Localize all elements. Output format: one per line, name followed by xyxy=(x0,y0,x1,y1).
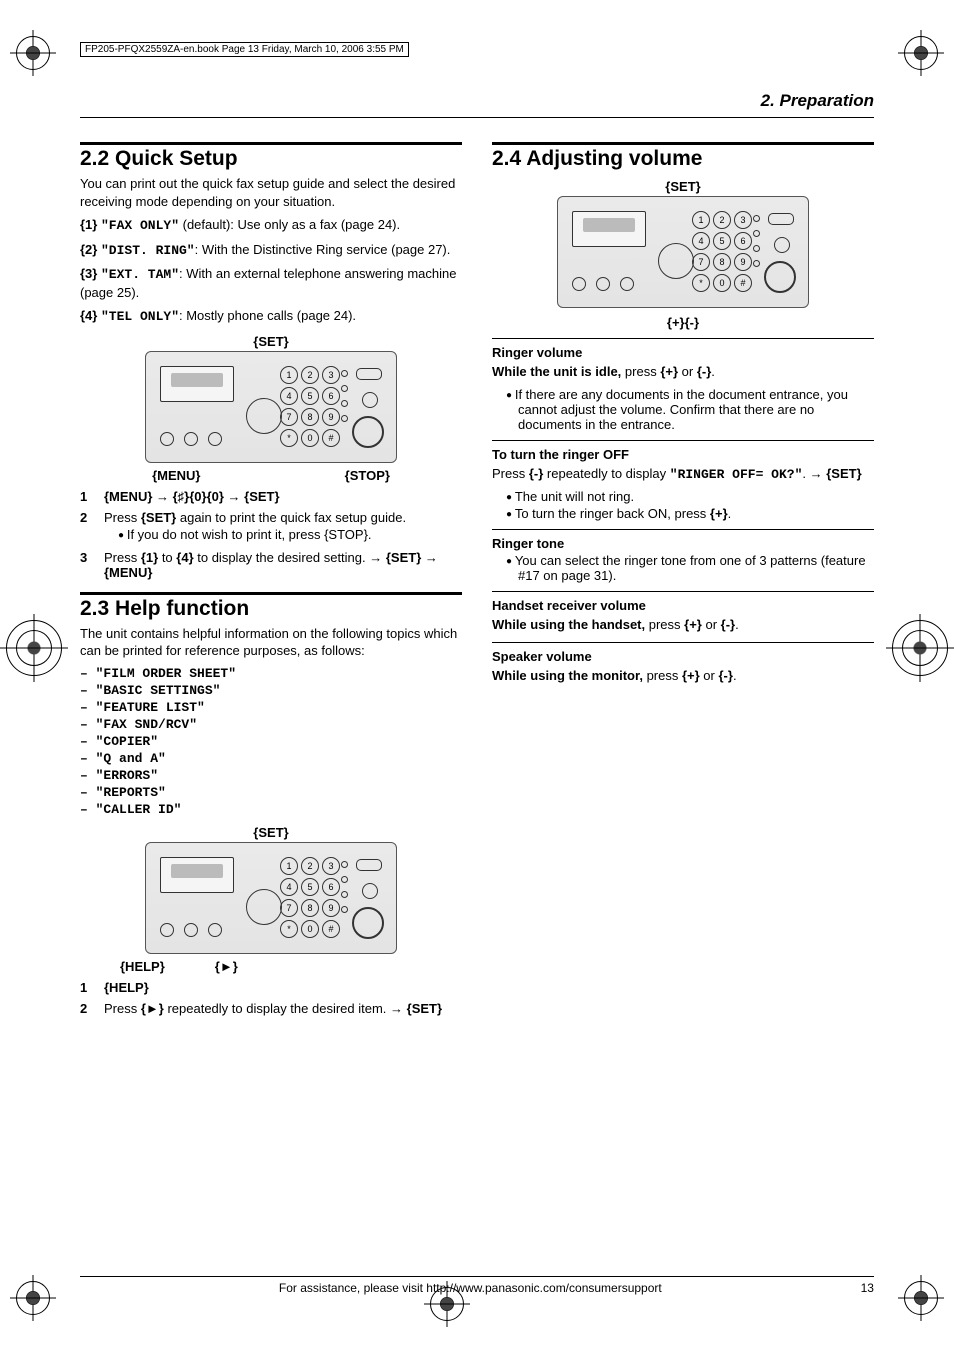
help-topics-list: "FILM ORDER SHEET" "BASIC SETTINGS" "FEA… xyxy=(80,666,462,817)
step-1: 1{HELP} xyxy=(80,980,462,995)
panel-label-set: {SET} xyxy=(80,825,462,840)
step-3: 3 Press {1} to {4} to display the desire… xyxy=(80,550,462,580)
option-1: {1} "FAX ONLY" (default): Use only as a … xyxy=(80,216,462,235)
divider xyxy=(492,529,874,530)
step-1: 1{MENU} → {♯}{0}{0} → {SET} xyxy=(80,489,462,504)
footer-assistance: For assistance, please visit http://www.… xyxy=(279,1281,662,1295)
source-file-note: FP205-PFQX2559ZA-en.book Page 13 Friday,… xyxy=(80,42,409,57)
fax-control-panel-icon: 123456789*0# xyxy=(145,351,397,463)
right-column: 2.4 Adjusting volume {SET} 123456789*0# … xyxy=(492,130,874,1022)
page-footer: For assistance, please visit http://www.… xyxy=(80,1276,874,1295)
ringer-off-b2: To turn the ringer back ON, press {+}. xyxy=(506,506,874,521)
panel-label-right: {►} xyxy=(215,959,238,974)
section-2-3-intro: The unit contains helpful information on… xyxy=(80,625,462,660)
ringer-off-text: Press {-} repeatedly to display "RINGER … xyxy=(492,465,874,484)
panel-label-plus-minus: {+}{-} xyxy=(492,315,874,330)
section-2-4-title: 2.4 Adjusting volume xyxy=(492,142,874,171)
left-column: 2.2 Quick Setup You can print out the qu… xyxy=(80,130,462,1022)
option-3: {3} "EXT. TAM": With an external telepho… xyxy=(80,265,462,301)
device-panel-figure: {SET} 123456789*0# {+}{-} xyxy=(492,179,874,330)
handset-volume-text: While using the handset, press {+} or {-… xyxy=(492,616,874,634)
speaker-volume-text: While using the monitor, press {+} or {-… xyxy=(492,667,874,685)
ringer-tone-text: You can select the ringer tone from one … xyxy=(506,553,874,583)
option-4: {4} "TEL ONLY": Mostly phone calls (page… xyxy=(80,307,462,326)
registration-mark-icon xyxy=(904,1281,938,1315)
device-panel-figure: {SET} 123456789*0# {HELP} {►} xyxy=(80,825,462,974)
fax-control-panel-icon: 123456789*0# xyxy=(557,196,809,308)
fax-control-panel-icon: 123456789*0# xyxy=(145,842,397,954)
registration-mark-icon xyxy=(16,36,50,70)
ringer-volume-text: While the unit is idle, press {+} or {-}… xyxy=(492,363,874,381)
page-number: 13 xyxy=(861,1281,874,1295)
registration-mark-icon xyxy=(892,620,948,676)
chapter-title: 2. Preparation xyxy=(50,91,874,111)
section-2-2-steps: 1{MENU} → {♯}{0}{0} → {SET} 2 Press {SET… xyxy=(80,489,462,580)
panel-label-menu: {MENU} xyxy=(152,468,200,483)
section-2-3-steps: 1{HELP} 2 Press {►} repeatedly to displa… xyxy=(80,980,462,1016)
ringer-volume-note: If there are any documents in the docume… xyxy=(506,387,874,432)
divider xyxy=(492,642,874,643)
registration-mark-icon xyxy=(16,1281,50,1315)
panel-label-help: {HELP} xyxy=(120,959,165,974)
device-panel-figure: {SET} 123456789*0# {MENU} {STOP} xyxy=(80,334,462,483)
step-2: 2 Press {►} repeatedly to display the de… xyxy=(80,1001,462,1016)
panel-label-set: {SET} xyxy=(492,179,874,194)
ringer-tone-heading: Ringer tone xyxy=(492,536,874,551)
section-2-2-intro: You can print out the quick fax setup gu… xyxy=(80,175,462,210)
divider xyxy=(492,338,874,339)
ringer-volume-heading: Ringer volume xyxy=(492,345,874,360)
panel-label-set: {SET} xyxy=(80,334,462,349)
speaker-volume-heading: Speaker volume xyxy=(492,649,874,664)
step-2: 2 Press {SET} again to print the quick f… xyxy=(80,510,462,544)
option-2: {2} "DIST. RING": With the Distinctive R… xyxy=(80,241,462,260)
panel-label-stop: {STOP} xyxy=(345,468,390,483)
two-column-layout: 2.2 Quick Setup You can print out the qu… xyxy=(80,130,874,1022)
handset-volume-heading: Handset receiver volume xyxy=(492,598,874,613)
registration-mark-icon xyxy=(6,620,62,676)
registration-mark-icon xyxy=(904,36,938,70)
divider xyxy=(492,440,874,441)
section-2-3-title: 2.3 Help function xyxy=(80,592,462,621)
section-2-2-title: 2.2 Quick Setup xyxy=(80,142,462,171)
divider xyxy=(80,117,874,118)
ringer-off-b1: The unit will not ring. xyxy=(506,489,874,504)
divider xyxy=(492,591,874,592)
ringer-off-heading: To turn the ringer OFF xyxy=(492,447,874,462)
manual-page: FP205-PFQX2559ZA-en.book Page 13 Friday,… xyxy=(0,0,954,1351)
